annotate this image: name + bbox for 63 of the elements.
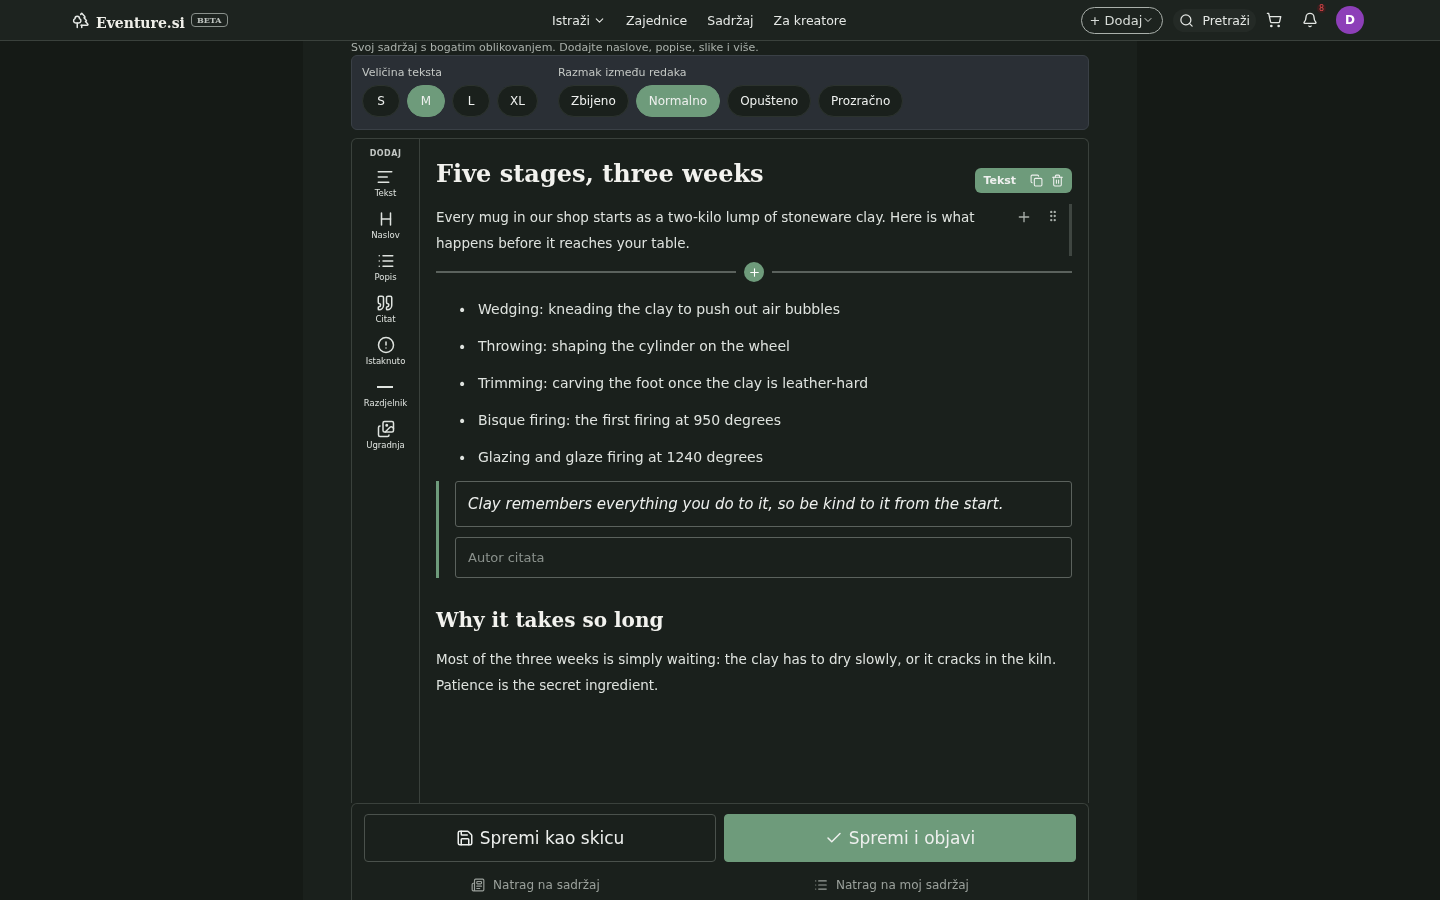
search-icon [1179, 12, 1195, 28]
author-field[interactable]: Autor citata [455, 537, 1072, 578]
beta-tag: BETA [190, 13, 228, 27]
tool-button[interactable]: Ugradnja [366, 418, 405, 452]
heading: Why it takes so long [436, 608, 664, 632]
insert-block-button[interactable] [744, 262, 764, 282]
tool-button[interactable]: Popis [374, 250, 397, 284]
search-button[interactable]: Pretraži [1173, 8, 1256, 32]
option-pill[interactable]: XL [497, 85, 538, 117]
heading: Five stages, three weeks [436, 159, 764, 188]
trash-icon[interactable] [1051, 174, 1064, 187]
list-icon [376, 252, 395, 270]
list-icon [814, 878, 828, 892]
list-item: Glazing and glaze firing at 1240 degrees [478, 448, 763, 467]
bell-icon[interactable] [1302, 12, 1318, 28]
paragraph: Most of the three weeks is simply waiting: the clay has to dry slowly, or it cracks in the kiln. Patience is the secret ingredient. [436, 650, 1058, 695]
quote-text[interactable]: Clay remembers everything you do to it, so be kind to it from the start. [455, 481, 1072, 527]
block-type-label: Tekst [983, 174, 1016, 187]
option-pill[interactable]: Opušteno [727, 85, 812, 117]
back-link[interactable]: Natrag na moj sadržaj [814, 878, 969, 892]
nav-link[interactable]: Sadržaj [707, 12, 754, 28]
images-icon [376, 420, 395, 438]
option-pill[interactable]: L [452, 85, 490, 117]
tool-button[interactable]: Citat [375, 292, 396, 326]
paragraph: Every mug in our shop starts as a two-kilo lump of stoneware clay. Here is what happens before it reaches your table. [436, 204, 1072, 256]
list-item: Trimming: carving the foot once the clay is leather-hard [478, 374, 869, 393]
list-item: Bisque firing: the first firing at 950 degrees [478, 411, 781, 430]
text-lines-icon [376, 168, 395, 186]
exclamation-icon [376, 336, 395, 354]
tool-button[interactable]: Tekst [374, 166, 397, 200]
nav-link[interactable]: Zajednice [625, 12, 688, 28]
nav-link[interactable]: Za kreatore [773, 12, 847, 28]
setting-label: Razmak između redaka [557, 66, 688, 79]
brand-logo[interactable]: Eventure.si [96, 15, 185, 31]
option-pill[interactable]: S [362, 85, 400, 117]
setting-label: Veličina teksta [362, 66, 444, 79]
plus-icon[interactable] [1016, 209, 1032, 225]
bullet: • [458, 338, 468, 355]
option-pill[interactable]: Zbijeno [557, 85, 629, 117]
notification-count: 8 [1316, 4, 1326, 13]
tool-button[interactable]: Naslov [371, 208, 400, 242]
intro-text: Svoj sadržaj s bogatim oblikovanjem. Dodajte naslove, popise, slike i više. [351, 41, 759, 55]
list-item: Throwing: shaping the cylinder on the wheel [478, 337, 790, 356]
avatar[interactable]: D [1336, 6, 1364, 34]
bullet: • [458, 301, 468, 318]
toolbox-title: DODAJ [369, 149, 402, 158]
tool-button[interactable]: Razdjelnik [363, 376, 408, 410]
bullet: • [458, 375, 468, 392]
list-item: Wedging: kneading the clay to push out air bubbles [478, 300, 840, 319]
tree-logo-icon [72, 11, 90, 29]
save-draft-button[interactable]: Spremi kao skicu [364, 814, 716, 862]
back-link[interactable]: Natrag na sadržaj [471, 878, 600, 892]
tool-button[interactable]: Istaknuto [365, 334, 406, 368]
nav-link[interactable]: Istraži [552, 12, 606, 28]
newspaper-icon [471, 878, 486, 892]
option-pill[interactable]: Prozračno [818, 85, 904, 117]
quote-icon [376, 294, 395, 312]
line-icon [377, 386, 394, 388]
plus-icon [747, 265, 761, 279]
cart-icon[interactable] [1266, 12, 1282, 28]
bullet: • [458, 449, 468, 466]
bullet: • [458, 412, 468, 429]
copy-icon[interactable] [1030, 174, 1043, 187]
